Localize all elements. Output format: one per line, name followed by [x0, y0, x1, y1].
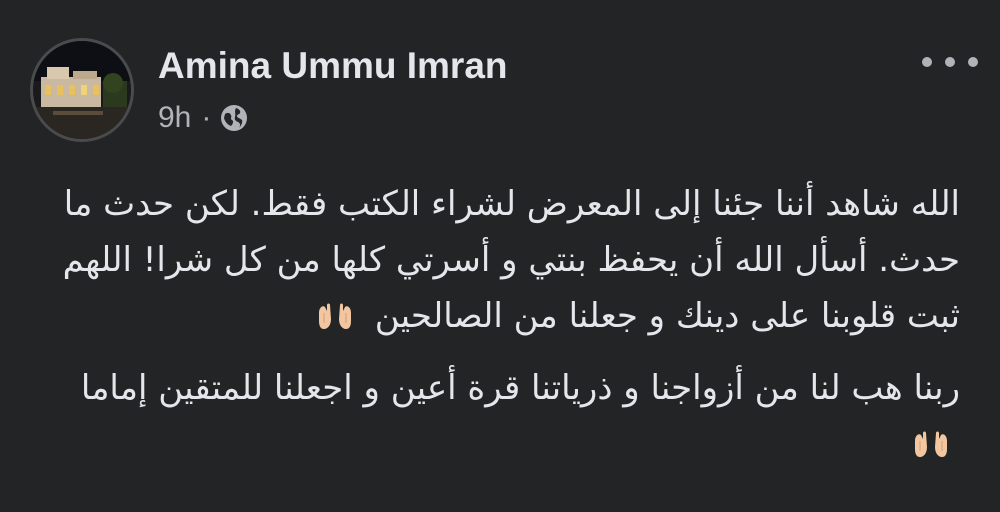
author-name[interactable]: Amina Ummu Imran [158, 42, 508, 90]
more-dot [968, 57, 978, 67]
globe-icon[interactable] [219, 103, 249, 133]
more-dot [922, 57, 932, 67]
raised-palms-icon [912, 420, 950, 457]
post-paragraph: الله شاهد أننا جئنا إلى المعرض لشراء الك… [40, 176, 960, 344]
more-options-button[interactable] [922, 48, 978, 76]
meta-separator: · [201, 101, 212, 134]
post-timestamp[interactable]: 9h [158, 101, 191, 135]
raised-palms-icon [316, 292, 354, 329]
facebook-post: Amina Ummu Imran 9h · الله شاهد أننا جئن… [0, 0, 1000, 512]
profile-photo-building-night-icon [33, 41, 131, 139]
post-paragraph: ربنا هب لنا من أزواجنا و ذرياتنا قرة أعي… [40, 360, 960, 416]
author-avatar[interactable] [30, 38, 134, 142]
post-meta: 9h · [158, 98, 249, 138]
post-body: الله شاهد أننا جئنا إلى المعرض لشراء الك… [40, 176, 960, 472]
post-paragraph-text: ربنا هب لنا من أزواجنا و ذرياتنا قرة أعي… [80, 368, 960, 408]
more-dot [945, 57, 955, 67]
post-paragraph-text: الله شاهد أننا جئنا إلى المعرض لشراء الك… [62, 184, 960, 336]
post-paragraph-emoji-line [40, 416, 960, 472]
